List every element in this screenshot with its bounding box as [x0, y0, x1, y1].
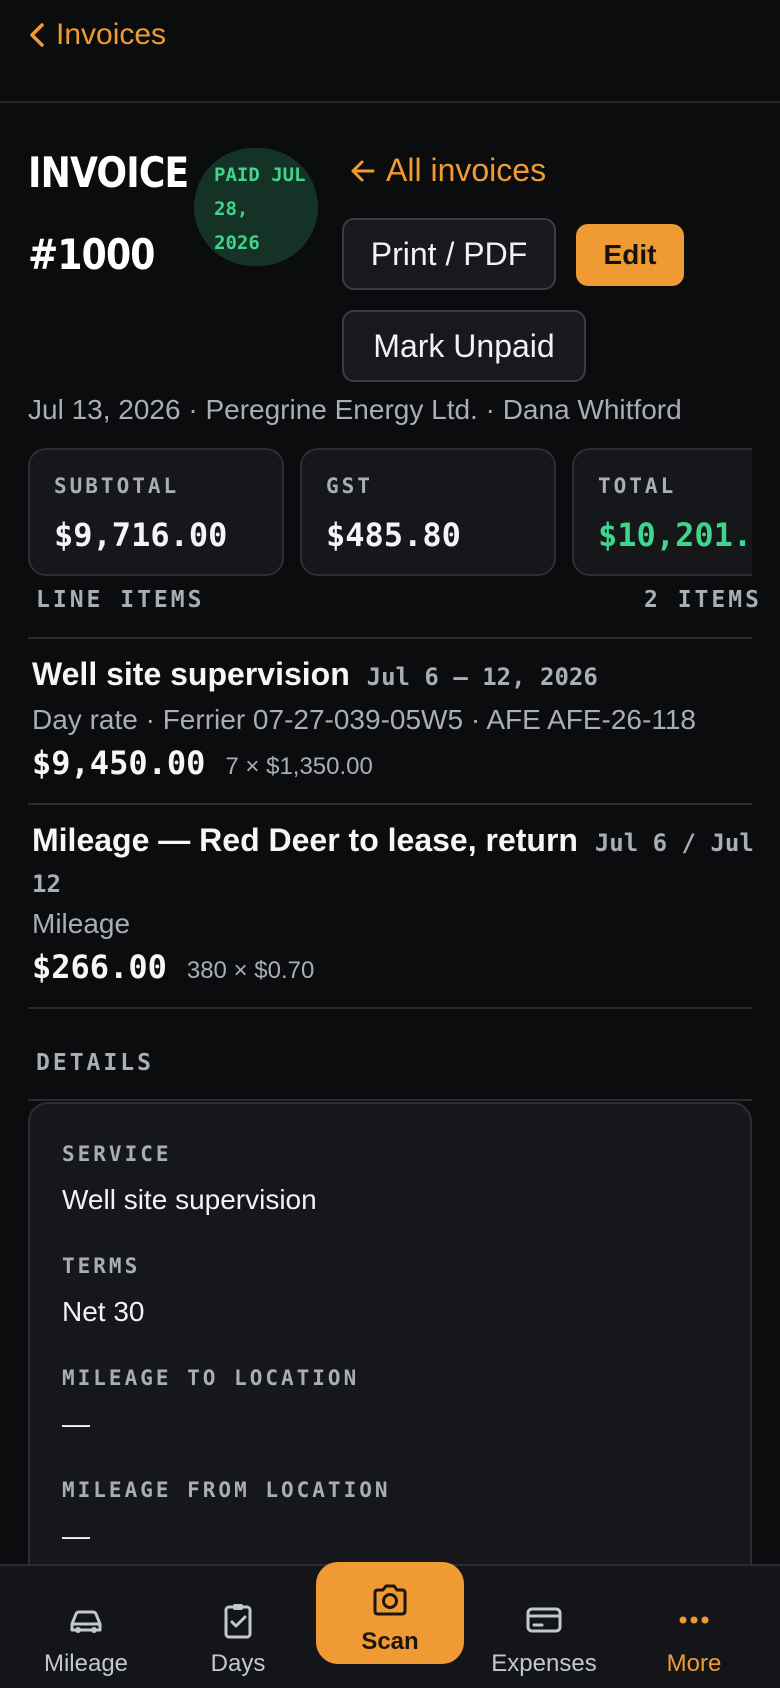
- credit-card-icon: [526, 1607, 562, 1633]
- tab-mileage[interactable]: Mileage: [8, 1566, 164, 1688]
- mileage-to-label: MILEAGE TO LOCATION: [62, 1366, 360, 1390]
- back-to-invoices-link[interactable]: Invoices: [28, 18, 166, 52]
- top-nav-bar: Invoices: [0, 0, 780, 103]
- invoice-title-word: INVOICE: [28, 148, 189, 197]
- subtotal-label: SUBTOTAL: [54, 474, 180, 498]
- invoice-number: #1000: [28, 230, 155, 279]
- service-label: SERVICE: [62, 1142, 172, 1166]
- divider: [28, 1007, 752, 1009]
- line-item-date-range: Jul 6 / Jul: [594, 829, 754, 857]
- all-invoices-label: All invoices: [386, 152, 547, 188]
- total-card: TOTAL $10,201.80: [572, 448, 752, 576]
- summary-cards-row[interactable]: SUBTOTAL $9,716.00 GST $485.80 TOTAL $10…: [28, 448, 752, 576]
- line-item-amount-row: $9,450.00 7 × $1,350.00: [32, 744, 373, 782]
- subtotal-value: $9,716.00: [54, 516, 228, 554]
- total-value: $10,201.80: [598, 516, 752, 554]
- gst-value: $485.80: [326, 516, 461, 554]
- invoice-meta: Jul 13, 2026 · Peregrine Energy Ltd. · D…: [28, 394, 682, 425]
- service-value: Well site supervision: [62, 1184, 317, 1215]
- line-item-title: Well site supervision: [32, 656, 350, 692]
- line-item-title-row: Mileage — Red Deer to lease, return Jul …: [32, 822, 754, 859]
- line-item-amount-row: $266.00 380 × $0.70: [32, 948, 314, 986]
- mileage-from-value: —: [62, 1520, 90, 1551]
- line-item-date-range-cont: 12: [32, 870, 61, 898]
- line-items-count: 2 ITEMS: [644, 587, 762, 613]
- arrow-left-icon: [351, 160, 375, 181]
- line-item-amount: $266.00: [32, 948, 167, 986]
- line-item-subtitle: Day rate · Ferrier 07-27-039-05W5 · AFE …: [32, 704, 696, 735]
- line-item-subtitle: Mileage: [32, 908, 131, 939]
- mark-unpaid-button[interactable]: Mark Unpaid: [342, 310, 586, 382]
- back-link-label: Invoices: [56, 18, 167, 51]
- chevron-left-icon: [30, 23, 44, 47]
- status-badge: PAID JUL 28, 2026: [194, 148, 318, 266]
- tab-more[interactable]: More: [616, 1566, 772, 1688]
- edit-button[interactable]: Edit: [576, 224, 684, 286]
- total-label: TOTAL: [598, 474, 677, 498]
- line-item-qty-rate: 7 × $1,350.00: [225, 753, 373, 780]
- camera-icon: [373, 1584, 407, 1616]
- line-item-qty-rate: 380 × $0.70: [186, 957, 315, 984]
- tab-days-label: Days: [210, 1650, 266, 1677]
- line-item-title-row: Well site supervision Jul 6 – 12, 2026: [32, 656, 598, 693]
- line-item-title: Mileage — Red Deer to lease, return: [32, 822, 578, 858]
- scan-button-label: Scan: [361, 1628, 419, 1655]
- print-pdf-button[interactable]: Print / PDF: [342, 218, 556, 290]
- status-badge-line1: PAID JUL: [214, 164, 306, 186]
- tab-more-label: More: [666, 1650, 722, 1677]
- mileage-to-value: —: [62, 1408, 90, 1439]
- line-item-amount: $9,450.00: [32, 744, 206, 782]
- gst-card: GST $485.80: [300, 448, 556, 576]
- scan-button[interactable]: Scan: [316, 1562, 464, 1664]
- tab-expenses[interactable]: Expenses: [466, 1566, 622, 1688]
- invoice-title: INVOICE #1000: [28, 132, 189, 296]
- status-badge-line2: 28,: [214, 198, 249, 220]
- tab-days[interactable]: Days: [160, 1566, 316, 1688]
- divider: [28, 803, 752, 805]
- more-dots-icon: [679, 1616, 709, 1624]
- line-item-date-range: Jul 6 – 12, 2026: [366, 663, 598, 691]
- tab-expenses-label: Expenses: [491, 1650, 597, 1677]
- gst-label: GST: [326, 474, 373, 498]
- clipboard-check-icon: [224, 1604, 252, 1639]
- all-invoices-link[interactable]: All invoices: [350, 152, 546, 189]
- line-items-heading: LINE ITEMS: [36, 587, 205, 613]
- status-badge-line3: 2026: [214, 232, 260, 254]
- terms-label: TERMS: [62, 1254, 141, 1278]
- mileage-from-label: MILEAGE FROM LOCATION: [62, 1478, 391, 1502]
- divider: [28, 1099, 752, 1101]
- terms-value: Net 30: [62, 1296, 145, 1327]
- divider: [28, 637, 752, 639]
- car-icon: [70, 1610, 102, 1633]
- details-heading: DETAILS: [36, 1050, 154, 1076]
- subtotal-card: SUBTOTAL $9,716.00: [28, 448, 284, 576]
- invoice-detail-screen: Invoices INVOICE #1000 PAID JUL 28, 2026…: [0, 0, 780, 1688]
- tab-mileage-label: Mileage: [43, 1650, 129, 1677]
